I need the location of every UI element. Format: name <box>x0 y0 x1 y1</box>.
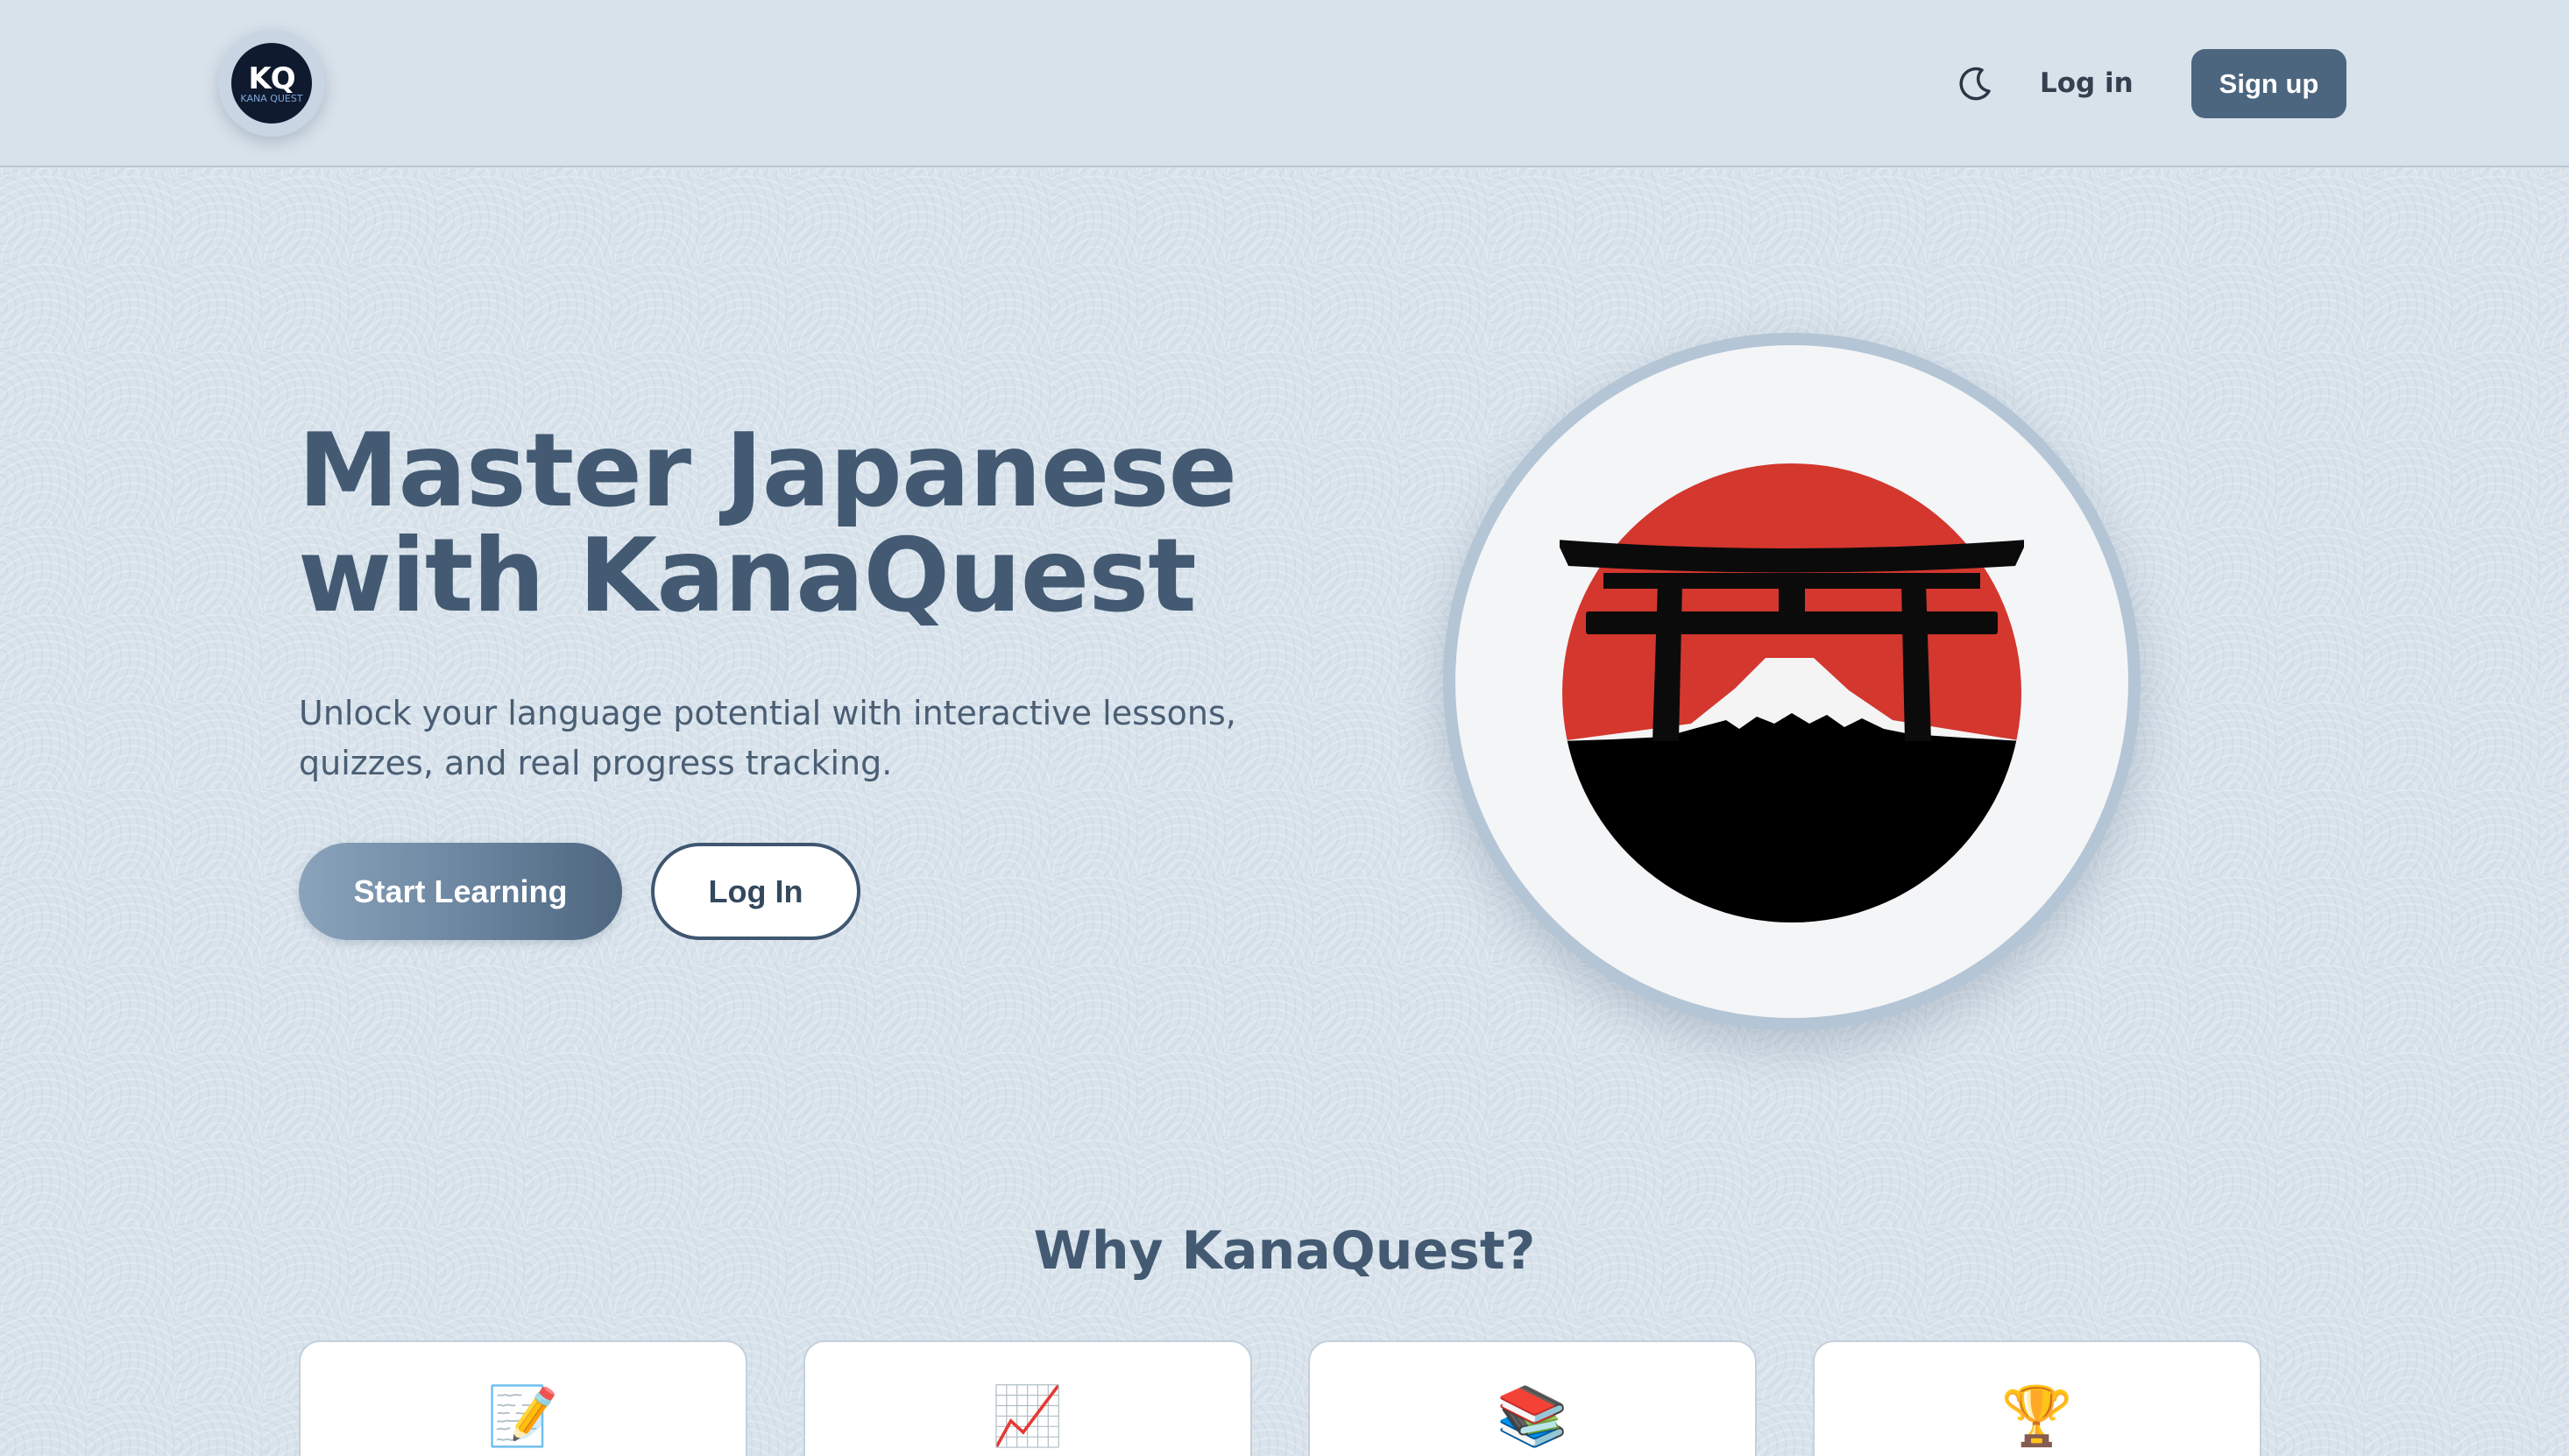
hero-subtitle: Unlock your language potential with inte… <box>299 694 1236 782</box>
hero-title-line2: with KanaQuest <box>298 517 1197 635</box>
signup-button[interactable]: Sign up <box>2191 49 2346 118</box>
feature-card-lessons[interactable]: 📚 <box>1308 1340 1757 1456</box>
nav-login-link[interactable]: Log in <box>2040 63 2134 103</box>
logo-subtext: KANA QUEST <box>240 92 303 104</box>
feature-card-progress[interactable]: 📈 <box>803 1340 1252 1456</box>
trophy-icon: 🏆 <box>2000 1382 2074 1450</box>
torii-gate-mount-fuji-icon <box>1560 463 2024 922</box>
feature-card-achievements[interactable]: 🏆 <box>1813 1340 2261 1456</box>
kanaquest-logo[interactable]: KQ KANA QUEST <box>218 30 325 137</box>
books-icon: 📚 <box>1496 1382 1569 1450</box>
hero-title: Master Japanese with KanaQuest <box>298 412 1237 635</box>
logo-letters: KQ <box>248 60 295 96</box>
features-title: Why KanaQuest? <box>1033 1220 1536 1282</box>
moon-icon[interactable] <box>1956 63 1996 103</box>
hero-login-button[interactable]: Log In <box>651 843 860 940</box>
chart-increasing-icon: 📈 <box>991 1382 1065 1450</box>
memo-icon: 📝 <box>486 1382 560 1450</box>
hero-title-line1: Master Japanese <box>298 412 1237 530</box>
top-navigation-bar: KQ KANA QUEST Log in Sign up <box>0 0 2569 167</box>
logo-badge: KQ KANA QUEST <box>231 43 312 124</box>
feature-card-memo[interactable]: 📝 <box>299 1340 747 1456</box>
start-learning-button[interactable]: Start Learning <box>299 843 622 940</box>
